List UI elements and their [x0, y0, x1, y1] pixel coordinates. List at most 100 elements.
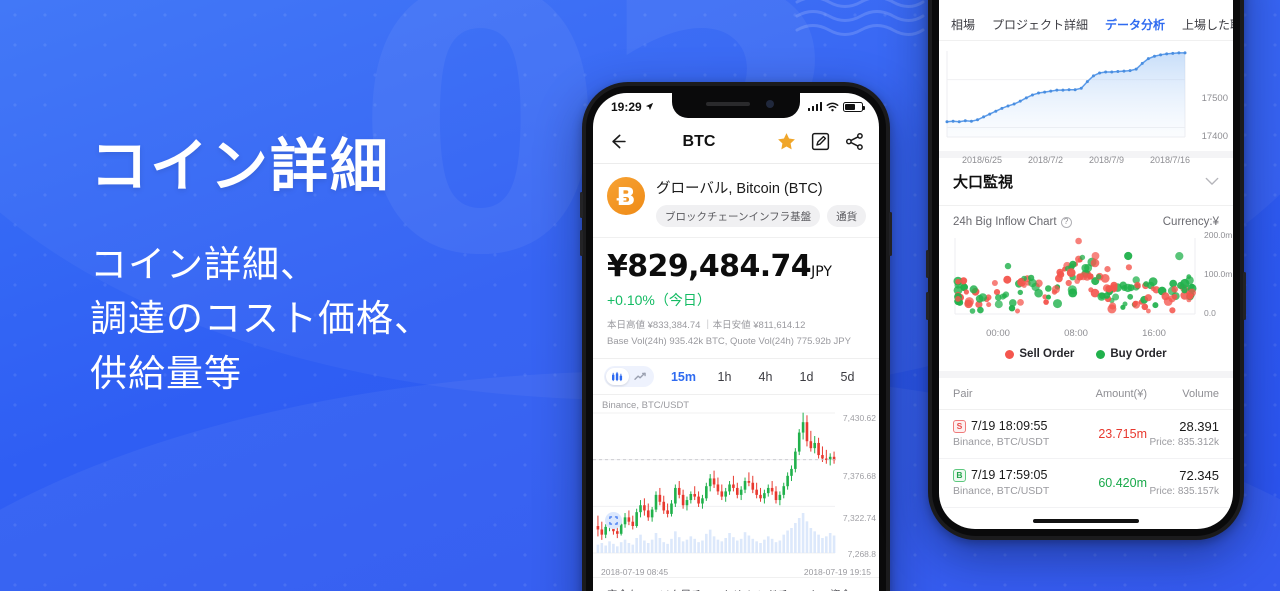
column-header-pair: Pair: [953, 388, 973, 400]
coin-tag[interactable]: 通貨: [827, 205, 867, 227]
row-exchange-pair: Binance, BTC/USDT: [953, 436, 1050, 448]
y-axis-label: 7,322.74: [842, 513, 876, 524]
tab-listed-exchanges[interactable]: 上場した取引: [1182, 16, 1233, 33]
row-volume: 72.345: [1179, 468, 1219, 483]
nav-title: BTC: [682, 132, 716, 150]
offscreen-top-spacer: [939, 0, 1233, 10]
tab-data-analysis[interactable]: データ分析: [1105, 16, 1165, 33]
scatter-legend: Sell Order Buy Order: [939, 339, 1233, 378]
inflow-title-group: 24h Big Inflow Chart ?: [953, 216, 1072, 228]
edit-icon[interactable]: [810, 131, 831, 152]
price-block: ¥829,484.74JPY +0.10%（今日） 本日高値 ¥833,384.…: [593, 238, 879, 358]
subtitle-line-3: 供給量等: [90, 352, 242, 394]
timeframe-bar: 15m 1h 4h 1d 5d: [593, 358, 879, 396]
subtitle-block: コイン詳細、 調達のコスト価格、 供給量等: [90, 238, 432, 401]
tab-project-detail[interactable]: プロジェクト詳細: [992, 16, 1088, 33]
row-time: 7/19 18:09:55: [971, 419, 1048, 433]
share-icon[interactable]: [844, 131, 865, 152]
trend-line-svg: [945, 51, 1187, 138]
table-row[interactable]: B 7/19 17:59:05 Binance, BTC/USDT 60.420…: [939, 459, 1233, 508]
timeframe-1d[interactable]: 1d: [786, 370, 827, 384]
wave-decoration-icon: [795, 0, 925, 36]
line-y-label: 17500: [1201, 93, 1228, 104]
tab-market[interactable]: 相場: [951, 16, 975, 33]
candlestick-svg: [593, 412, 836, 554]
subtitle-line-2: 調達のコスト価格、: [90, 298, 432, 340]
price-change: +0.10%（今日）: [607, 292, 711, 308]
inflow-title: 24h Big Inflow Chart: [953, 216, 1057, 228]
line-x-label: 2018/6/25: [961, 155, 1003, 165]
question-mark-icon[interactable]: ?: [1060, 216, 1072, 228]
line-x-labels: 2018/6/25 2018/7/2 2018/7/9 2018/7/16: [939, 154, 1233, 165]
line-x-label: 2018/7/2: [1027, 155, 1064, 165]
inflow-currency: Currency:¥: [1162, 216, 1219, 228]
scatter-svg: [953, 237, 1197, 315]
marketing-copy: コイン詳細 コイン詳細、 調達のコスト価格、 供給量等: [90, 134, 432, 401]
row-volume: 28.391: [1179, 419, 1219, 434]
x-axis-labels: 2018-07-19 08:45 2018-07-19 19:15: [593, 565, 879, 577]
status-time: 19:29: [611, 99, 642, 114]
feature-footer-text: 完全なローソク足チャート/トレンドチャート、資金流れ、大口監視等: [607, 587, 852, 591]
trade-table-header: Pair Amount(¥) Volume: [939, 378, 1233, 410]
scatter-x-label: 16:00: [1142, 328, 1166, 339]
scatter-y-label: 100.0m: [1204, 269, 1233, 279]
battery-icon: [843, 101, 865, 112]
legend-dot-buy: [1096, 349, 1106, 359]
price-stats: 本日高値 ¥833,384.74 ｜本日安値 ¥811,614.12 Base …: [607, 318, 865, 349]
price-currency: JPY: [811, 264, 832, 280]
timeframe-1h[interactable]: 1h: [704, 370, 745, 384]
chart-type-toggle[interactable]: [604, 366, 654, 388]
page-title: コイン詳細: [90, 134, 391, 199]
column-header-volume: Volume: [1182, 388, 1219, 400]
navigation-bar: BTC: [593, 120, 879, 164]
line-chart-icon[interactable]: [629, 368, 652, 385]
stat-volume: Base Vol(24h) 935.42k BTC, Quote Vol(24h…: [607, 335, 851, 347]
table-row[interactable]: S 7/19 18:09:55 Binance, BTC/USDT 23.715…: [939, 410, 1233, 459]
row-price: Price: 835.312k: [1149, 437, 1220, 448]
section-title: 大口監視: [953, 174, 1014, 191]
legend-label-sell: Sell Order: [1019, 348, 1075, 360]
timeframe-15m[interactable]: 15m: [663, 370, 704, 384]
phone-mockup-left: 19:29 BTC Ƀ グローバル, Bitcoin (BTC) ブロックチェー…: [580, 82, 892, 591]
chevron-down-icon[interactable]: [1205, 177, 1219, 186]
inflow-chart-header: 24h Big Inflow Chart ? Currency:¥: [939, 206, 1233, 232]
chart-source-label: Binance, BTC/USDT: [602, 400, 690, 412]
phone-mockup-right: 相場 プロジェクト詳細 データ分析 上場した取引 17500 17400 201…: [926, 0, 1246, 540]
legend-sell-order: Sell Order: [1005, 348, 1074, 360]
candlestick-chart[interactable]: Binance, BTC/USDT 7,430.62 7,376.68 7,32…: [593, 395, 879, 565]
row-volume-cell: 72.345 Price: 835.157k: [1147, 468, 1220, 497]
star-icon[interactable]: [776, 131, 797, 152]
detail-tabs: 相場 プロジェクト詳細 データ分析 上場した取引: [939, 10, 1233, 41]
home-indicator: [1033, 518, 1139, 523]
volume-down-button: [926, 292, 929, 320]
location-arrow-icon: [645, 102, 653, 111]
bitcoin-logo-icon: Ƀ: [607, 177, 645, 215]
coin-tag[interactable]: ブロックチェーンインフラ基盤: [656, 205, 821, 227]
timeframe-5d[interactable]: 5d: [827, 370, 868, 384]
row-pair-cell: B 7/19 17:59:05 Binance, BTC/USDT: [953, 468, 1061, 497]
coin-name: グローバル, Bitcoin (BTC): [656, 181, 823, 197]
feature-footer-row[interactable]: 完全なローソク足チャート/トレンドチャート、資金流れ、大口監視等: [593, 577, 879, 591]
timeframe-4h[interactable]: 4h: [745, 370, 786, 384]
inflow-scatter-chart[interactable]: 200.0m 100.0m 0.0: [951, 230, 1232, 326]
status-time-group: 19:29: [611, 100, 654, 114]
coin-info: グローバル, Bitcoin (BTC) ブロックチェーンインフラ基盤 通貨: [656, 177, 867, 227]
price-value: ¥829,484.74JPY: [607, 249, 865, 284]
row-exchange-pair: Binance, BTC/USDT: [953, 485, 1050, 497]
x-axis-end: 2018-07-19 19:15: [803, 567, 871, 578]
line-x-label: 2018/7/9: [1088, 155, 1125, 165]
scatter-x-labels: 00:00 08:00 16:00: [939, 326, 1233, 339]
side-badge-sell: S: [953, 419, 966, 433]
trend-line-chart[interactable]: 17500 17400 2018/6/25 2018/7/2 2018/7/9 …: [939, 41, 1233, 165]
row-price: Price: 835.157k: [1149, 486, 1220, 497]
volume-up-button: [926, 250, 929, 278]
row-amount: 60.420m: [1098, 475, 1147, 490]
back-arrow-icon[interactable]: [607, 131, 628, 152]
subtitle-line-1: コイン詳細、: [90, 243, 318, 285]
candlestick-chart-icon[interactable]: [606, 368, 629, 386]
column-header-amount: Amount(¥): [1095, 388, 1147, 400]
power-button: [1243, 272, 1246, 320]
phone-screen-left: 19:29 BTC Ƀ グローバル, Bitcoin (BTC) ブロックチェー…: [593, 93, 879, 591]
row-time-group: S 7/19 18:09:55: [953, 419, 1061, 433]
scatter-x-label: 00:00: [986, 328, 1010, 339]
